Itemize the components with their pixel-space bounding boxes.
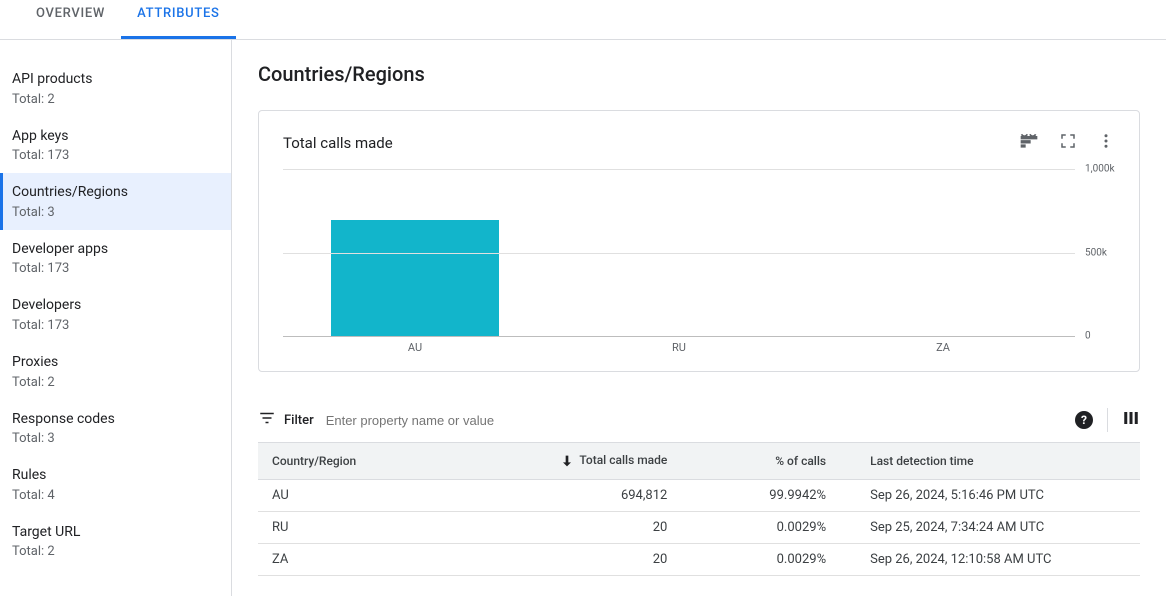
tab-attributes[interactable]: ATTRIBUTES <box>121 0 235 39</box>
sidebar-item-total: Total: 3 <box>12 431 219 446</box>
sidebar-item[interactable]: Response codesTotal: 3 <box>0 400 231 457</box>
chart: 1,000k500k0 AURUZA <box>283 169 1115 359</box>
chart-ytick: 0 <box>1079 331 1115 342</box>
sidebar-item[interactable]: Target URLTotal: 2 <box>0 513 231 570</box>
sidebar-item[interactable]: Developers Total: 173 <box>0 286 231 343</box>
sidebar-item-label: Proxies <box>12 353 219 373</box>
sidebar-item-total: Total: 173 <box>12 148 219 163</box>
sidebar-item-total: Total: 173 <box>12 318 219 333</box>
cell-percent: 0.0029% <box>681 512 840 544</box>
chart-gridline <box>283 169 1075 170</box>
chart-bar[interactable] <box>331 220 500 336</box>
help-icon[interactable]: ? <box>1075 411 1093 429</box>
filter-row: Filter ? <box>258 404 1140 442</box>
sidebar-item[interactable]: Developer appsTotal: 173 <box>0 230 231 287</box>
cell-country: ZA <box>258 544 523 576</box>
sidebar-item-total: Total: 173 <box>12 261 219 276</box>
chart-xtick: ZA <box>811 341 1075 359</box>
table-row[interactable]: AU694,81299.9942%Sep 26, 2024, 5:16:46 P… <box>258 480 1140 512</box>
chart-title: Total calls made <box>283 134 1019 152</box>
more-options-icon[interactable] <box>1097 132 1115 154</box>
col-calls[interactable]: Total calls made <box>523 443 682 480</box>
chart-card: Total calls made 1,000k 500k 0 <box>258 110 1140 372</box>
col-time[interactable]: Last detection time <box>840 443 1140 480</box>
cell-calls: 20 <box>523 544 682 576</box>
page-title: Countries/Regions <box>258 62 1140 86</box>
sidebar: API productsTotal: 2App keysTotal: 173Co… <box>0 40 232 596</box>
sidebar-item-label: Countries/Regions <box>12 183 219 203</box>
cell-percent: 99.9942% <box>681 480 840 512</box>
cell-time: Sep 25, 2024, 7:34:24 AM UTC <box>840 512 1140 544</box>
sidebar-item-total: Total: 4 <box>12 488 219 503</box>
sidebar-item-total: Total: 3 <box>12 205 219 220</box>
sidebar-item-label: Rules <box>12 466 219 486</box>
sidebar-item-label: Developer apps <box>12 240 219 260</box>
data-table: Country/Region Total calls made % of cal… <box>258 442 1140 576</box>
cell-country: AU <box>258 480 523 512</box>
main-content: Countries/Regions Total calls made <box>232 40 1166 596</box>
filter-icon[interactable] <box>258 409 276 431</box>
chart-ytick: 500k <box>1079 247 1115 258</box>
sort-desc-icon <box>559 453 575 469</box>
col-percent[interactable]: % of calls <box>681 443 840 480</box>
cell-country: RU <box>258 512 523 544</box>
filter-label: Filter <box>284 413 314 428</box>
cell-percent: 0.0029% <box>681 544 840 576</box>
sidebar-item[interactable]: Rules Total: 4 <box>0 456 231 513</box>
chart-gridline <box>283 253 1075 254</box>
filter-input[interactable] <box>326 409 1075 432</box>
tab-overview[interactable]: OVERVIEW <box>20 0 121 39</box>
sidebar-item-total: Total: 2 <box>12 544 219 559</box>
legend-toggle-icon[interactable] <box>1019 131 1039 155</box>
sidebar-item-label: Developers <box>12 296 219 316</box>
sidebar-item[interactable]: Proxies Total: 2 <box>0 343 231 400</box>
table-row[interactable]: RU200.0029%Sep 25, 2024, 7:34:24 AM UTC <box>258 512 1140 544</box>
chart-xtick: RU <box>547 341 811 359</box>
tabs: OVERVIEW ATTRIBUTES <box>0 0 1166 40</box>
sidebar-item-label: API products <box>12 70 219 90</box>
sidebar-item-total: Total: 2 <box>12 375 219 390</box>
sidebar-item[interactable]: App keysTotal: 173 <box>0 117 231 174</box>
sidebar-item-label: Response codes <box>12 410 219 430</box>
sidebar-item-label: App keys <box>12 127 219 147</box>
sidebar-item[interactable]: API products Total: 2 <box>0 60 231 117</box>
cell-calls: 694,812 <box>523 480 682 512</box>
sidebar-item-label: Target URL <box>12 523 219 543</box>
divider <box>1107 408 1108 432</box>
sidebar-item[interactable]: Countries/Regions Total: 3 <box>0 173 231 230</box>
columns-icon[interactable] <box>1122 409 1140 431</box>
table-row[interactable]: ZA200.0029%Sep 26, 2024, 12:10:58 AM UTC <box>258 544 1140 576</box>
cell-time: Sep 26, 2024, 5:16:46 PM UTC <box>840 480 1140 512</box>
chart-xtick: AU <box>283 341 547 359</box>
cell-calls: 20 <box>523 512 682 544</box>
cell-time: Sep 26, 2024, 12:10:58 AM UTC <box>840 544 1140 576</box>
chart-ytick: 1,000k <box>1079 164 1115 175</box>
sidebar-item-total: Total: 2 <box>12 92 219 107</box>
fullscreen-icon[interactable] <box>1059 132 1077 154</box>
col-country[interactable]: Country/Region <box>258 443 523 480</box>
